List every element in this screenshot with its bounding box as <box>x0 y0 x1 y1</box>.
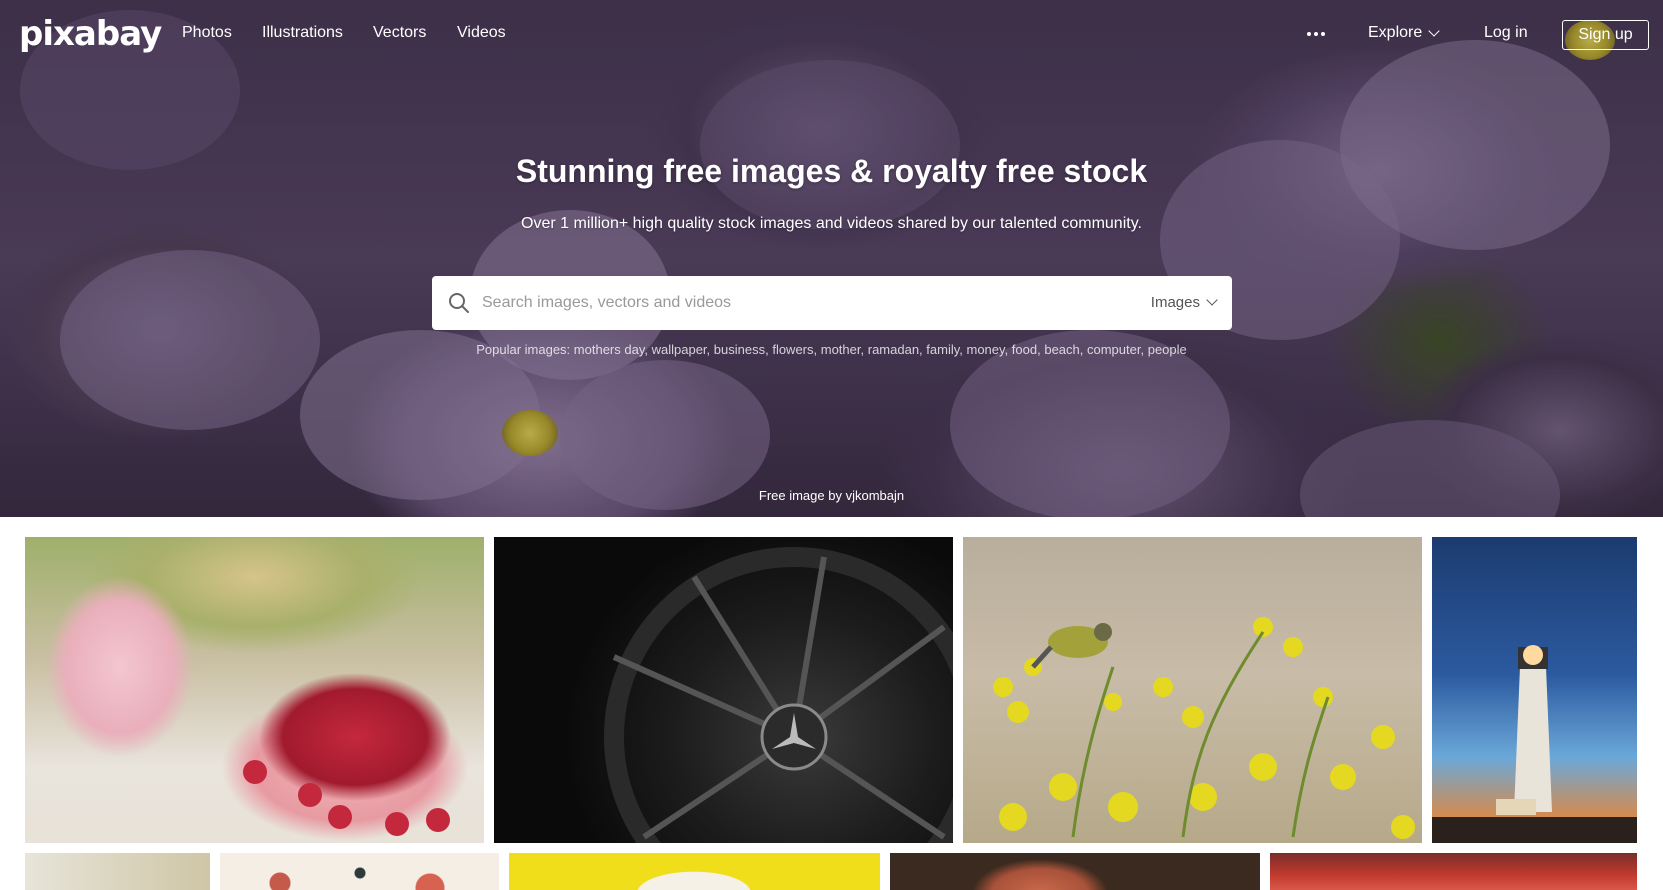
gallery-image-plant[interactable] <box>25 853 210 890</box>
gallery-image-car-wheel[interactable] <box>494 537 953 843</box>
signup-button[interactable]: Sign up <box>1562 20 1649 50</box>
login-link[interactable]: Log in <box>1484 24 1528 42</box>
popular-term[interactable]: food <box>1012 342 1037 357</box>
popular-term[interactable]: computer <box>1087 342 1140 357</box>
nav-link-photos[interactable]: Photos <box>182 24 232 42</box>
hero-subtitle: Over 1 million+ high quality stock image… <box>521 215 1142 232</box>
popular-term[interactable]: flowers <box>772 342 813 357</box>
gallery-image-lighthouse[interactable] <box>1432 537 1637 843</box>
popular-label: Popular images: <box>476 342 571 357</box>
explore-label: Explore <box>1368 24 1423 41</box>
hero-image-credit[interactable]: Free image by vjkombajn <box>0 488 1663 503</box>
search-type-label: Images <box>1150 294 1200 311</box>
nav-link-illustrations[interactable]: Illustrations <box>262 24 343 42</box>
search-icon[interactable] <box>448 292 470 314</box>
gallery-image-floral-pattern[interactable] <box>220 853 499 890</box>
popular-term[interactable]: beach <box>1044 342 1079 357</box>
popular-term[interactable]: mothers day <box>574 342 645 357</box>
nav-link-videos[interactable]: Videos <box>457 24 506 42</box>
chevron-down-icon <box>1206 294 1218 306</box>
popular-searches: Popular images: mothers day, wallpaper, … <box>476 342 1187 357</box>
gallery-image-portrait[interactable] <box>890 853 1260 890</box>
gallery-image-tulips[interactable] <box>1270 853 1637 890</box>
explore-menu[interactable]: Explore <box>1368 24 1440 42</box>
chevron-down-icon <box>1428 24 1440 37</box>
popular-term[interactable]: business <box>714 342 765 357</box>
gallery-image-raspberries[interactable] <box>25 537 484 843</box>
gallery-image-bird-flowers[interactable] <box>963 537 1422 843</box>
popular-term[interactable]: people <box>1148 342 1187 357</box>
popular-term[interactable]: family <box>926 342 959 357</box>
popular-term[interactable]: wallpaper <box>652 342 707 357</box>
popular-term[interactable]: money <box>967 342 1005 357</box>
top-navigation: pixabay Photos Illustrations Vectors Vid… <box>0 0 1663 70</box>
search-input[interactable] <box>482 276 1082 330</box>
hero-title: Stunning free images & royalty free stoc… <box>515 153 1148 189</box>
hero-background <box>0 0 1663 517</box>
more-dots-icon[interactable] <box>1307 24 1329 44</box>
search-bar: Images <box>432 276 1232 330</box>
gallery-image-yellow-bowl[interactable] <box>509 853 880 890</box>
nav-link-vectors[interactable]: Vectors <box>373 24 426 42</box>
pixabay-logo[interactable]: pixabay <box>19 14 162 54</box>
popular-term[interactable]: ramadan <box>868 342 919 357</box>
popular-term[interactable]: mother <box>821 342 861 357</box>
search-type-dropdown[interactable]: Images <box>1150 294 1218 311</box>
